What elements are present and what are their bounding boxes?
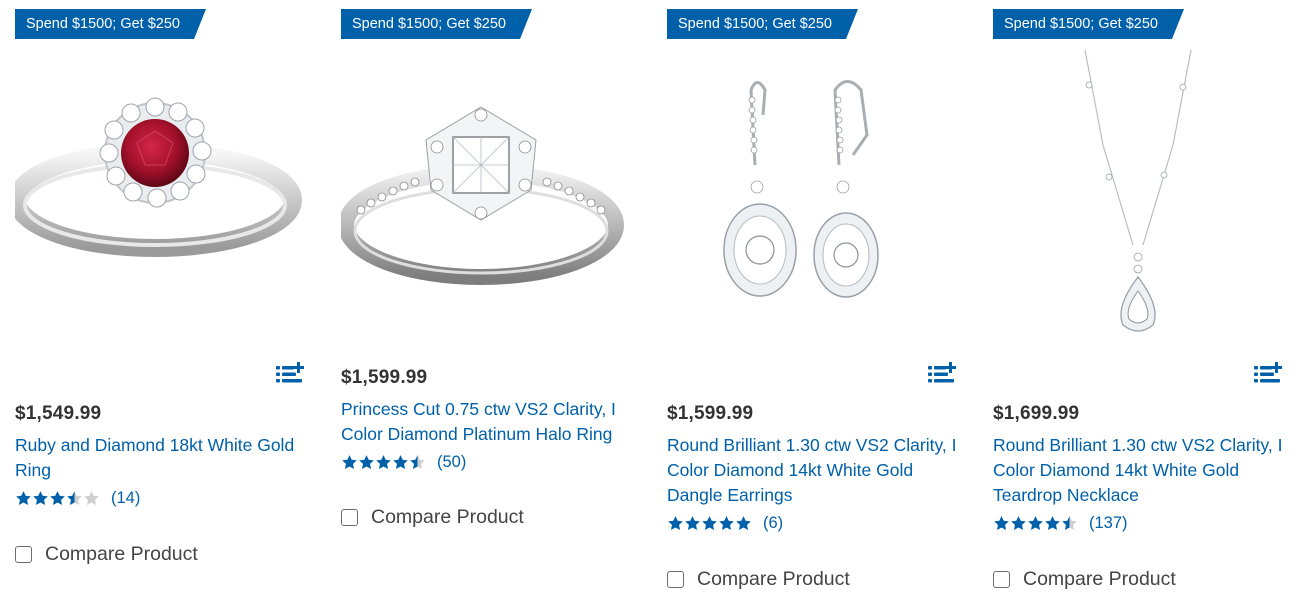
product-rating: (137) [993,513,1128,533]
star-icon [67,490,82,505]
add-to-list-icon [276,362,304,383]
promo-badge: Spend $1500; Get $250 [667,9,858,39]
product-title-link[interactable]: Round Brilliant 1.30 ctw VS2 Clarity, I … [993,433,1283,508]
add-to-list-icon [928,362,956,383]
product-title-link[interactable]: Ruby and Diamond 18kt White Gold Ring [15,433,305,483]
product-price: $1,549.99 [15,403,102,424]
add-to-list-button[interactable] [276,362,304,386]
product-image-earrings[interactable] [667,45,967,345]
star-icon [1028,515,1043,530]
add-to-list-button[interactable] [928,362,956,386]
star-icon [410,454,425,469]
star-rating [341,454,426,471]
compare-product-checkbox[interactable]: Compare Product [341,506,524,529]
product-price: $1,599.99 [667,403,754,424]
product-image-necklace[interactable] [993,45,1293,345]
product-price: $1,699.99 [993,403,1080,424]
star-icon [1045,515,1060,530]
star-icon [376,454,391,469]
star-rating [15,490,100,507]
star-icon [685,515,700,530]
compare-product-checkbox[interactable]: Compare Product [15,543,198,566]
star-rating [667,515,752,532]
star-icon [393,454,408,469]
add-to-list-button[interactable] [1254,362,1282,386]
star-icon [84,490,99,505]
product-title-link[interactable]: Princess Cut 0.75 ctw VS2 Clarity, I Col… [341,397,631,447]
promo-badge: Spend $1500; Get $250 [341,9,532,39]
princess-ring-icon [341,106,624,285]
compare-product-checkbox[interactable]: Compare Product [667,568,850,591]
star-icon [342,454,357,469]
ruby-ring-icon [15,97,302,257]
star-icon [668,515,683,530]
star-icon [16,490,31,505]
review-count-link[interactable]: (6) [763,514,783,533]
product-card: Spend $1500; Get $250 [15,0,325,600]
star-icon [33,490,48,505]
compare-product-label: Compare Product [371,506,524,528]
star-icon [50,490,65,505]
product-rating: (50) [341,452,466,472]
checkbox[interactable] [341,509,358,526]
star-icon [994,515,1009,530]
promo-badge: Spend $1500; Get $250 [15,9,206,39]
star-icon [736,515,751,530]
dangle-earrings-icon [723,80,879,298]
review-count-link[interactable]: (14) [111,489,140,508]
product-image-princess-ring[interactable] [341,45,641,345]
checkbox[interactable] [993,571,1010,588]
product-rating: (14) [15,488,140,508]
star-icon [719,515,734,530]
star-icon [359,454,374,469]
star-icon [702,515,717,530]
compare-product-label: Compare Product [45,543,198,565]
review-count-link[interactable]: (137) [1089,514,1128,533]
checkbox[interactable] [15,546,32,563]
compare-product-label: Compare Product [697,568,850,590]
product-rating: (6) [667,513,783,533]
product-image-ruby-ring[interactable] [15,45,315,345]
product-card: Spend $1500; Get $250 [667,0,977,600]
product-grid: Spend $1500; Get $250 $1,549.99 Ruby and… [0,0,1295,600]
product-card: Spend $1500; Get $250 [993,0,1295,600]
product-price: $1,599.99 [341,367,428,388]
star-rating [993,515,1078,532]
review-count-link[interactable]: (50) [437,453,466,472]
product-card: Spend $1500; Get $250 [341,0,651,600]
compare-product-label: Compare Product [1023,568,1176,590]
star-icon [1062,515,1077,530]
add-to-list-icon [1254,362,1282,383]
checkbox[interactable] [667,571,684,588]
promo-badge: Spend $1500; Get $250 [993,9,1184,39]
product-title-link[interactable]: Round Brilliant 1.30 ctw VS2 Clarity, I … [667,433,957,508]
teardrop-necklace-icon [1084,49,1192,332]
compare-product-checkbox[interactable]: Compare Product [993,568,1176,591]
star-icon [1011,515,1026,530]
